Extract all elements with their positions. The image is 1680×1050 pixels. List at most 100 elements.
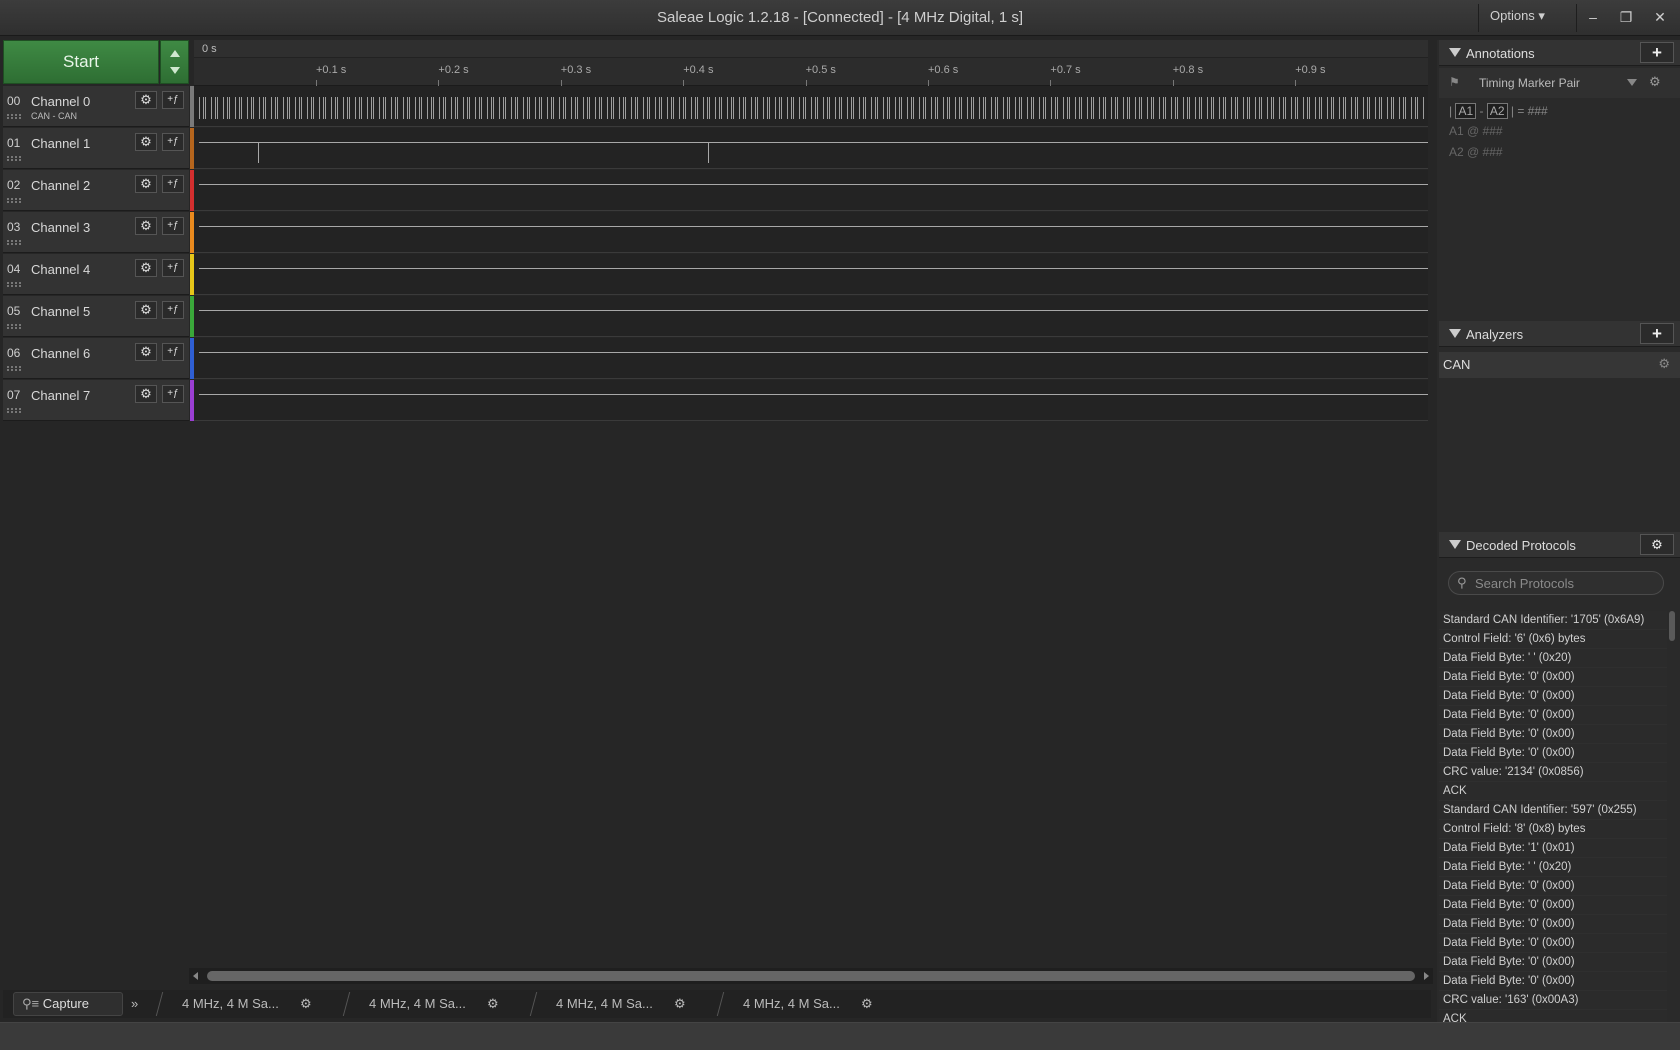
time-origin-bar[interactable]: 0 s xyxy=(194,40,1428,58)
decoded-protocol-item[interactable]: Data Field Byte: '0' (0x00) xyxy=(1439,972,1667,991)
decoded-protocol-item[interactable]: Data Field Byte: '0' (0x00) xyxy=(1439,934,1667,953)
decoded-protocol-item[interactable]: Data Field Byte: '0' (0x00) xyxy=(1439,687,1667,706)
time-ruler[interactable]: +0.1 s +0.2 s +0.3 s +0.4 s +0.5 s +0.6 s +0.7… xyxy=(194,58,1428,86)
trigger-edge-icon[interactable]: +ƒ xyxy=(162,175,184,193)
trigger-edge-icon[interactable]: +ƒ xyxy=(162,385,184,403)
channel-header[interactable]: 07 Channel 7 ⚙ +ƒ xyxy=(3,380,189,421)
channel-name[interactable]: Channel 3 xyxy=(31,220,90,235)
collapse-triangle-icon[interactable] xyxy=(1449,329,1461,338)
channel-settings-gear-icon[interactable]: ⚙ xyxy=(135,259,157,277)
annotations-header[interactable]: Annotations + xyxy=(1439,40,1680,66)
waveform-row[interactable] xyxy=(194,170,1428,211)
scroll-left-icon[interactable] xyxy=(193,972,198,980)
analyzers-header[interactable]: Analyzers + xyxy=(1439,321,1680,347)
decoded-protocol-item[interactable]: Data Field Byte: ' ' (0x20) xyxy=(1439,858,1667,877)
decoded-settings-gear-icon[interactable]: ⚙ xyxy=(1640,534,1674,555)
decoded-protocol-item[interactable]: Data Field Byte: '0' (0x00) xyxy=(1439,896,1667,915)
session-gear-icon[interactable]: ⚙ xyxy=(487,992,499,1016)
channel-settings-gear-icon[interactable]: ⚙ xyxy=(135,301,157,319)
channel-settings-gear-icon[interactable]: ⚙ xyxy=(135,91,157,109)
scroll-right-icon[interactable] xyxy=(1424,972,1429,980)
decoded-protocol-item[interactable]: CRC value: '163' (0x00A3) xyxy=(1439,991,1667,1010)
channel-settings-gear-icon[interactable]: ⚙ xyxy=(135,343,157,361)
options-menu[interactable]: Options ▾ xyxy=(1490,8,1570,28)
channel-header[interactable]: 00 Channel 0 CAN - CAN ⚙ +ƒ xyxy=(3,86,189,127)
session-tab[interactable]: 4 MHz, 4 M Sa... ⚙ xyxy=(155,992,343,1016)
decoded-protocol-item[interactable]: Control Field: '6' (0x6) bytes xyxy=(1439,630,1667,649)
session-tab[interactable]: 4 MHz, 4 M Sa... ⚙ xyxy=(529,992,717,1016)
decoded-protocol-item[interactable]: Data Field Byte: '0' (0x00) xyxy=(1439,725,1667,744)
decoded-protocol-item[interactable]: Data Field Byte: '0' (0x00) xyxy=(1439,668,1667,687)
collapse-triangle-icon[interactable] xyxy=(1449,540,1461,549)
waveform-row[interactable] xyxy=(194,338,1428,379)
channel-settings-gear-icon[interactable]: ⚙ xyxy=(135,385,157,403)
timing-marker-pair-row[interactable]: ⚑ Timing Marker Pair ⚙ xyxy=(1439,68,1680,98)
channel-name[interactable]: Channel 0 xyxy=(31,94,90,109)
drag-handle-icon[interactable] xyxy=(7,324,21,329)
trigger-edge-icon[interactable]: +ƒ xyxy=(162,259,184,277)
drag-handle-icon[interactable] xyxy=(7,282,21,287)
decoded-protocol-item[interactable]: Standard CAN Identifier: '1705' (0x6A9) xyxy=(1439,611,1667,630)
scrollbar-thumb[interactable] xyxy=(207,971,1415,981)
analyzer-gear-icon[interactable]: ⚙ xyxy=(1658,356,1670,372)
channel-settings-gear-icon[interactable]: ⚙ xyxy=(135,133,157,151)
trigger-edge-icon[interactable]: +ƒ xyxy=(162,343,184,361)
add-annotation-button[interactable]: + xyxy=(1640,42,1674,63)
channel-header[interactable]: 04 Channel 4 ⚙ +ƒ xyxy=(3,254,189,295)
channel-name[interactable]: Channel 5 xyxy=(31,304,90,319)
decoded-protocols-list[interactable]: Standard CAN Identifier: '1705' (0x6A9) C… xyxy=(1439,611,1667,1022)
restore-button[interactable]: ❐ xyxy=(1611,4,1641,30)
marker-a2-chip[interactable]: A2 xyxy=(1486,103,1508,119)
decoded-protocol-item[interactable]: Data Field Byte: '0' (0x00) xyxy=(1439,877,1667,896)
waveform-row[interactable] xyxy=(194,128,1428,169)
marker-gear-icon[interactable]: ⚙ xyxy=(1649,74,1661,90)
channel-name[interactable]: Channel 4 xyxy=(31,262,90,277)
drag-handle-icon[interactable] xyxy=(7,366,21,371)
decoded-protocols-header[interactable]: Decoded Protocols ⚙ xyxy=(1439,532,1680,558)
decoded-protocol-item[interactable]: Standard CAN Identifier: '597' (0x255) xyxy=(1439,801,1667,820)
analyzer-item-can[interactable]: CAN ⚙ xyxy=(1439,352,1680,378)
decoded-protocol-item[interactable]: CRC value: '2134' (0x0856) xyxy=(1439,763,1667,782)
channel-header[interactable]: 05 Channel 5 ⚙ +ƒ xyxy=(3,296,189,337)
channel-name[interactable]: Channel 7 xyxy=(31,388,90,403)
waveform-row[interactable] xyxy=(194,254,1428,295)
decoded-protocol-item[interactable]: Data Field Byte: '1' (0x01) xyxy=(1439,839,1667,858)
channel-header[interactable]: 01 Channel 1 ⚙ +ƒ xyxy=(3,128,189,169)
session-gear-icon[interactable]: ⚙ xyxy=(861,992,873,1016)
decoded-protocol-item[interactable]: ACK xyxy=(1439,782,1667,801)
decoded-protocol-item[interactable]: Data Field Byte: '0' (0x00) xyxy=(1439,744,1667,763)
trigger-edge-icon[interactable]: +ƒ xyxy=(162,301,184,319)
marker-a1-chip[interactable]: A1 xyxy=(1455,103,1477,119)
add-analyzer-button[interactable]: + xyxy=(1640,323,1674,344)
channel-header[interactable]: 03 Channel 3 ⚙ +ƒ xyxy=(3,212,189,253)
waveform-row[interactable] xyxy=(194,86,1428,127)
channel-name[interactable]: Channel 6 xyxy=(31,346,90,361)
start-options-toggle[interactable] xyxy=(160,40,189,84)
start-button[interactable]: Start xyxy=(3,40,159,84)
drag-handle-icon[interactable] xyxy=(7,408,21,413)
collapse-triangle-icon[interactable] xyxy=(1449,48,1461,57)
decoded-protocol-item[interactable]: Control Field: '8' (0x8) bytes xyxy=(1439,820,1667,839)
channel-settings-gear-icon[interactable]: ⚙ xyxy=(135,175,157,193)
drag-handle-icon[interactable] xyxy=(7,240,21,245)
decoded-protocol-item[interactable]: Data Field Byte: ' ' (0x20) xyxy=(1439,649,1667,668)
waveform-row[interactable] xyxy=(194,380,1428,421)
waveform-row[interactable] xyxy=(194,212,1428,253)
channel-header[interactable]: 06 Channel 6 ⚙ +ƒ xyxy=(3,338,189,379)
drag-handle-icon[interactable] xyxy=(7,198,21,203)
drag-handle-icon[interactable] xyxy=(7,114,21,119)
channel-header[interactable]: 02 Channel 2 ⚙ +ƒ xyxy=(3,170,189,211)
trigger-edge-icon[interactable]: +ƒ xyxy=(162,217,184,235)
capture-tab[interactable]: ⚲≡ Capture xyxy=(13,992,123,1016)
channel-settings-gear-icon[interactable]: ⚙ xyxy=(135,217,157,235)
trigger-edge-icon[interactable]: +ƒ xyxy=(162,91,184,109)
decoded-protocol-item[interactable]: ACK xyxy=(1439,1010,1667,1022)
search-protocols-field[interactable]: ⚲ xyxy=(1448,571,1664,595)
waveform-row[interactable] xyxy=(194,296,1428,337)
channel-name[interactable]: Channel 2 xyxy=(31,178,90,193)
close-button[interactable]: ✕ xyxy=(1645,4,1675,30)
more-tabs-button[interactable]: » xyxy=(131,996,138,1011)
session-tab[interactable]: 4 MHz, 4 M Sa... ⚙ xyxy=(342,992,530,1016)
decoded-protocol-item[interactable]: Data Field Byte: '0' (0x00) xyxy=(1439,915,1667,934)
minimize-button[interactable]: – xyxy=(1578,4,1608,30)
